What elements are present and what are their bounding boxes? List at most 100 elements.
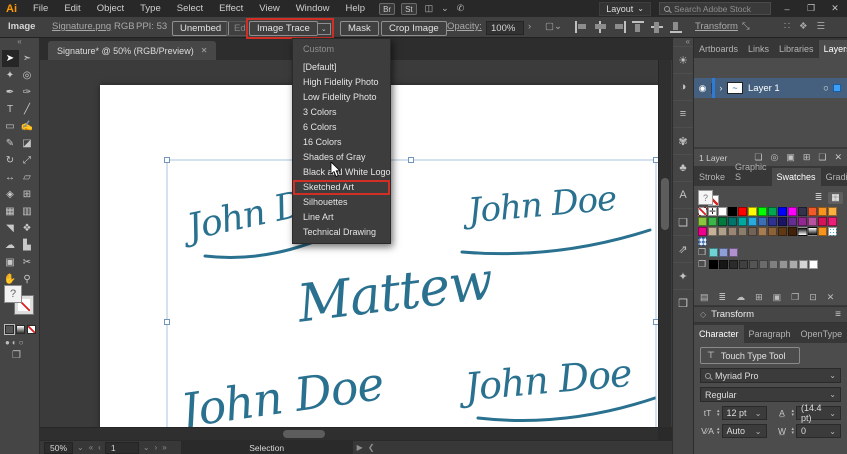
swatch[interactable] bbox=[708, 227, 717, 236]
layout-dropdown[interactable]: Layout ⌄ bbox=[599, 2, 651, 16]
stock-button[interactable]: St bbox=[401, 3, 417, 15]
tab-layers[interactable]: Layers bbox=[819, 40, 847, 58]
swatch[interactable] bbox=[818, 227, 827, 236]
tab-paragraph[interactable]: Paragraph bbox=[744, 325, 796, 343]
align-hcenter-icon[interactable] bbox=[594, 21, 607, 33]
color-guide-panel-icon[interactable]: ◑ bbox=[673, 73, 693, 100]
transform-panel-header[interactable]: ◇ Transform ≡ bbox=[694, 306, 847, 323]
workspace-switch-icon[interactable]: ☰ bbox=[817, 21, 826, 32]
bridge-button[interactable]: Br bbox=[379, 3, 395, 15]
swatch[interactable] bbox=[719, 248, 728, 257]
close-tab-icon[interactable]: ✕ bbox=[201, 46, 208, 55]
swatch[interactable] bbox=[729, 260, 738, 269]
leading-value-box[interactable]: (14.4 pt) ⌄ bbox=[796, 406, 841, 420]
swatch[interactable] bbox=[709, 260, 718, 269]
swatch-gradient[interactable] bbox=[798, 227, 807, 236]
swatch[interactable] bbox=[738, 217, 747, 226]
swatch[interactable] bbox=[788, 207, 797, 216]
swatch[interactable] bbox=[698, 227, 707, 236]
menu-effect[interactable]: Effect bbox=[211, 3, 251, 14]
show-swatch-kinds-icon[interactable]: ≣ bbox=[719, 292, 727, 303]
swatch[interactable] bbox=[738, 227, 747, 236]
list-view-icon[interactable]: ≣ bbox=[811, 192, 826, 204]
font-size-value-box[interactable]: 12 pt ⌄ bbox=[722, 406, 767, 420]
kerning-field[interactable]: V⁄A ▴▾ Auto ⌄ bbox=[700, 424, 767, 438]
pencil-tool[interactable]: ✎ bbox=[2, 135, 19, 152]
touch-type-tool-button[interactable]: ⊤ Touch Type Tool bbox=[700, 347, 800, 364]
tab-libraries[interactable]: Libraries bbox=[774, 40, 819, 58]
prev-artboard-icon[interactable]: ‹ bbox=[97, 443, 102, 452]
swatch[interactable] bbox=[779, 260, 788, 269]
layer-thumbnail[interactable]: ~ bbox=[727, 82, 743, 94]
target-circle-icon[interactable]: ○ bbox=[819, 83, 833, 94]
swatch[interactable] bbox=[818, 217, 827, 226]
layer-name[interactable]: Layer 1 bbox=[748, 83, 819, 94]
share-icon[interactable]: ✆ bbox=[457, 3, 465, 14]
visibility-eye-icon[interactable]: ◉ bbox=[694, 83, 712, 94]
align-vcenter-icon[interactable] bbox=[651, 21, 664, 33]
unembed-button[interactable]: Unembed bbox=[172, 21, 229, 36]
selection-tool[interactable]: ➤ bbox=[2, 50, 19, 67]
panel-menu-icon[interactable]: ≡ bbox=[835, 309, 841, 320]
swatch[interactable] bbox=[728, 217, 737, 226]
swatch[interactable] bbox=[788, 227, 797, 236]
arrange-documents-icon[interactable]: ❖ bbox=[799, 21, 808, 32]
stepper-icon[interactable]: ▴▾ bbox=[792, 427, 795, 435]
rotate-tool[interactable]: ↻ bbox=[2, 152, 19, 169]
opacity-value[interactable]: 100% bbox=[486, 21, 524, 35]
close-button[interactable]: ✕ bbox=[827, 3, 843, 14]
swatch[interactable] bbox=[799, 260, 808, 269]
swatch[interactable] bbox=[789, 260, 798, 269]
restore-button[interactable]: ❐ bbox=[803, 3, 819, 14]
first-artboard-icon[interactable]: « bbox=[88, 443, 94, 452]
collapse-toolbar-icon[interactable]: « bbox=[0, 38, 39, 46]
swatch[interactable] bbox=[778, 217, 787, 226]
tracking-field[interactable]: W̲ ▴▾ 0 ⌄ bbox=[775, 424, 842, 438]
scale-tool[interactable]: ⤢ bbox=[19, 152, 36, 169]
brushes-panel-icon[interactable]: ✾ bbox=[673, 127, 693, 154]
swatch[interactable] bbox=[698, 217, 707, 226]
tab-swatches[interactable]: Swatches bbox=[772, 168, 821, 186]
trace-preset-silhouettes[interactable]: Silhouettes bbox=[293, 195, 390, 210]
opacity-expand-icon[interactable]: › bbox=[528, 21, 531, 32]
swatch-pattern[interactable] bbox=[828, 227, 837, 236]
last-artboard-icon[interactable]: » bbox=[161, 443, 167, 452]
swatch-none[interactable] bbox=[698, 207, 707, 216]
minimize-button[interactable]: – bbox=[779, 4, 795, 14]
trace-preset-6-colors[interactable]: 6 Colors bbox=[293, 120, 390, 135]
swatch[interactable] bbox=[758, 217, 767, 226]
stepper-icon[interactable]: ▴▾ bbox=[717, 409, 720, 417]
swatch[interactable] bbox=[748, 207, 757, 216]
stepper-icon[interactable]: ▴▾ bbox=[717, 427, 720, 435]
trace-preset-line-art[interactable]: Line Art bbox=[293, 210, 390, 225]
pathfinder-panel-icon[interactable]: ❒ bbox=[673, 289, 693, 316]
trace-preset-black-and-white-logo[interactable]: Black and White Logo bbox=[293, 165, 390, 180]
align-bottom-icon[interactable] bbox=[670, 21, 683, 33]
document-grid-icon[interactable]: ∷ bbox=[784, 21, 790, 32]
trace-preset-default[interactable]: [Default] bbox=[293, 60, 390, 75]
trace-preset-high-fidelity-photo[interactable]: High Fidelity Photo bbox=[293, 75, 390, 90]
swatch[interactable] bbox=[758, 227, 767, 236]
swatch[interactable] bbox=[739, 260, 748, 269]
swatch[interactable] bbox=[709, 248, 718, 257]
font-size-field[interactable]: tT ▴▾ 12 pt ⌄ bbox=[700, 406, 767, 420]
swatch[interactable] bbox=[768, 217, 777, 226]
expand-panels-icon[interactable]: « bbox=[673, 38, 693, 46]
status-back-icon[interactable]: ❮ bbox=[367, 443, 376, 452]
horizontal-scroll-thumb[interactable] bbox=[283, 430, 325, 438]
eyedropper-tool[interactable]: ◥ bbox=[2, 220, 19, 237]
swatch[interactable] bbox=[729, 248, 738, 257]
grid-view-icon[interactable]: ▦ bbox=[828, 192, 843, 204]
swatch[interactable] bbox=[748, 217, 757, 226]
menu-help[interactable]: Help bbox=[338, 3, 374, 14]
new-sublayer-icon[interactable]: ⊞ bbox=[803, 152, 811, 163]
asset-export-panel-icon[interactable]: ⇗ bbox=[673, 235, 693, 262]
paintbrush-tool[interactable]: ✍ bbox=[19, 118, 36, 135]
menu-window[interactable]: Window bbox=[288, 3, 338, 14]
font-style-select[interactable]: Regular ⌄ bbox=[700, 387, 841, 402]
color-panel-icon[interactable]: ☀ bbox=[673, 46, 693, 73]
column-graph-tool[interactable]: ▙ bbox=[19, 237, 36, 254]
swatch[interactable] bbox=[759, 260, 768, 269]
align-top-icon[interactable] bbox=[632, 21, 645, 33]
document-tab[interactable]: Signature* @ 50% (RGB/Preview) ✕ bbox=[48, 41, 216, 60]
